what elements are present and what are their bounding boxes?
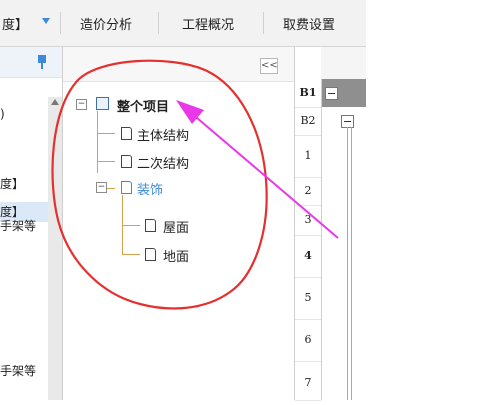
grid-row-number[interactable]: 1 [295,135,321,178]
tree-node[interactable]: 二次结构 [137,153,189,172]
collapse-toggle-icon[interactable]: − [96,182,107,193]
document-icon [145,248,156,261]
left-list-item[interactable]: 手架等 [0,362,36,379]
grid-tree-line [351,127,352,400]
tree-connector [97,111,98,173]
tree-node-root[interactable]: 整个项目 [117,96,169,115]
document-icon [121,181,132,194]
tree-node-selected[interactable]: 装饰 [137,179,163,198]
tab-divider [263,12,264,34]
left-list-item[interactable]: 手架等 [0,217,36,234]
tree-panel-header: << [63,47,294,82]
tab-divider [158,12,159,34]
tab-cost-analysis[interactable]: 造价分析 [80,14,132,33]
tree-node[interactable]: 屋面 [163,217,189,236]
tree-connector [122,254,140,255]
document-icon [145,219,156,232]
tab-partial[interactable]: 度】 [2,14,28,33]
left-panel: ) 度】 度】 手架等 手架等 [0,47,62,400]
left-panel-header [0,47,62,78]
left-list-item[interactable]: ) [0,107,5,121]
grid-tree-line [347,127,348,400]
left-scrollbar-track[interactable] [48,97,62,400]
tree-connector [122,225,140,226]
grid-row-number[interactable]: 3 [295,205,321,236]
grid-row-number[interactable]: 7 [295,361,321,401]
document-icon [121,127,132,140]
document-icon [121,155,132,168]
collapse-toggle-icon[interactable]: − [76,99,87,110]
dropdown-arrow-icon[interactable] [42,18,50,24]
tab-fee-settings[interactable]: 取费设置 [283,14,335,33]
scroll-up-icon[interactable] [51,99,59,105]
grid-row-header[interactable]: B2 [295,107,321,136]
grid-row-number[interactable]: 6 [295,319,321,362]
tree-connector [97,161,115,162]
project-icon [96,97,109,110]
tab-divider [60,12,61,34]
tree-connector [97,133,115,134]
top-tab-bar: 度】 造价分析 工程概况 取费设置 [0,0,366,47]
pin-stem-icon [41,63,43,69]
tab-project-overview[interactable]: 工程概况 [182,14,234,33]
tree-panel: << − 整个项目 主体结构 二次结构 − 装饰 屋面 地面 [63,47,294,400]
collapse-button[interactable]: << [260,58,278,74]
grid-row-number[interactable]: 5 [295,277,321,320]
pin-icon[interactable] [38,55,46,63]
grid-row-number[interactable]: 2 [295,177,321,206]
grid-panel: B1 B2 1 2 3 4 5 6 7 [294,47,367,401]
grid-col-divider [321,79,322,400]
blank-area [366,0,489,400]
left-list-item[interactable]: 度】 [0,175,24,192]
grid-row-number[interactable]: 4 [295,235,321,278]
tree-node[interactable]: 地面 [163,246,189,265]
grid-row-header[interactable]: B1 [295,79,321,108]
grid-header-strip [321,47,367,80]
tree-node[interactable]: 主体结构 [137,125,189,144]
collapse-box-icon[interactable] [325,87,338,100]
